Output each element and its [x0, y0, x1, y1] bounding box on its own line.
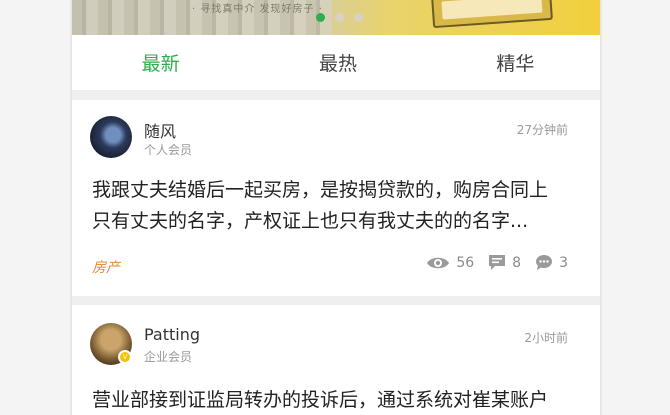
comments-stat[interactable]: 8	[488, 254, 521, 271]
carousel-indicator	[316, 13, 363, 22]
comment-icon	[488, 254, 506, 271]
tab-hottest[interactable]: 最热	[249, 35, 426, 90]
eye-icon	[426, 255, 450, 271]
views-count: 56	[456, 254, 475, 271]
banner-slogan: · 寻找真中介 发现好房子 ·	[192, 4, 323, 15]
avatar[interactable]	[90, 116, 132, 158]
replies-count: 3	[559, 254, 568, 271]
feed-tabs: 最新 最热 精华	[72, 35, 600, 91]
tab-latest[interactable]: 最新	[72, 35, 249, 90]
carousel-dot-1[interactable]	[316, 13, 325, 22]
replies-stat[interactable]: 3	[535, 254, 568, 271]
post-card[interactable]: V Patting 企业会员 2小时前 营业部接到证监局转办的投诉后，通过系统对…	[72, 305, 600, 415]
tab-featured[interactable]: 精华	[427, 35, 600, 90]
app-screen: · 寻找真中介 发现好房子 · 最新 最热 精华 随风 个人会员 27分钟前 我…	[70, 0, 602, 415]
post-stats: 56 8 3	[418, 254, 568, 271]
member-type: 企业会员	[144, 350, 193, 364]
views-stat: 56	[426, 255, 474, 271]
chat-bubble-icon	[535, 254, 553, 271]
post-card[interactable]: 随风 个人会员 27分钟前 我跟丈夫结婚后一起买房，是按揭贷款的，购房合同上 只…	[72, 100, 600, 295]
banner-book-image	[431, 0, 553, 29]
post-content-line: 只有丈夫的名字，产权证上也只有我丈夫的的名字...	[92, 210, 529, 232]
post-content[interactable]: 营业部接到证监局转办的投诉后，通过系统对崔某账户	[92, 385, 582, 415]
verified-badge-icon: V	[118, 350, 132, 364]
post-content-line: 营业部接到证监局转办的投诉后，通过系统对崔某账户	[92, 389, 549, 411]
post-time: 2小时前	[524, 331, 568, 345]
post-content-line: 我跟丈夫结婚后一起买房，是按揭贷款的，购房合同上	[92, 179, 549, 201]
post-content[interactable]: 我跟丈夫结婚后一起买房，是按揭贷款的，购房合同上 只有丈夫的名字，产权证上也只有…	[92, 175, 582, 237]
category-tag[interactable]: 房产	[92, 257, 120, 277]
comments-count: 8	[512, 254, 522, 271]
divider	[72, 91, 600, 100]
divider	[72, 296, 600, 305]
carousel-dot-3[interactable]	[354, 13, 363, 22]
promo-banner[interactable]: · 寻找真中介 发现好房子 ·	[72, 0, 600, 35]
author-name[interactable]: 随风	[144, 118, 176, 142]
member-type: 个人会员	[144, 143, 193, 157]
author-name[interactable]: Patting	[144, 325, 200, 344]
post-time: 27分钟前	[516, 123, 568, 137]
carousel-dot-2[interactable]	[335, 13, 344, 22]
